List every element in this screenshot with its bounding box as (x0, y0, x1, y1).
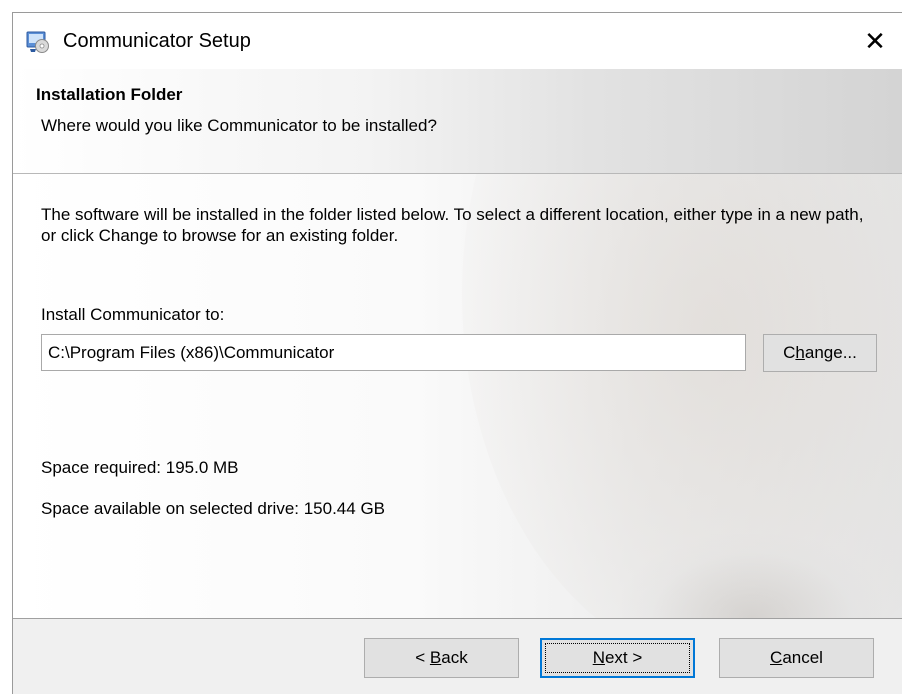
desktop-background-left (0, 0, 12, 694)
back-button[interactable]: < Back (364, 638, 519, 678)
next-button[interactable]: Next > (540, 638, 695, 678)
window-title: Communicator Setup (63, 30, 251, 52)
cancel-button-label: Cancel (770, 648, 823, 667)
install-path-label: Install Communicator to: (41, 305, 225, 324)
setup-dialog-window: Communicator Setup ✕ Installation Folder… (12, 12, 902, 694)
button-bar: < Back Next > Cancel (13, 618, 902, 694)
next-button-label: Next > (592, 648, 643, 667)
title-bar[interactable]: Communicator Setup ✕ (13, 13, 902, 69)
screen-frame: Communicator Setup ✕ Installation Folder… (0, 0, 902, 694)
close-icon: ✕ (864, 25, 886, 56)
space-available-text: Space available on selected drive: 150.4… (41, 499, 386, 518)
header-banner: Installation Folder Where would you like… (13, 69, 902, 174)
page-title: Installation Folder (36, 85, 183, 104)
background-photo-collar (622, 534, 882, 618)
page-subtitle: Where would you like Communicator to be … (41, 116, 437, 135)
install-path-input[interactable] (41, 334, 746, 371)
content-area: The software will be installed in the fo… (13, 174, 902, 618)
space-required-text: Space required: 195.0 MB (41, 458, 239, 477)
installer-setup-icon (26, 31, 49, 53)
back-button-label: < Back (415, 648, 468, 667)
description-text: The software will be installed in the fo… (41, 205, 864, 245)
change-button-label: Change... (783, 343, 857, 362)
change-button[interactable]: Change... (763, 334, 877, 372)
close-button[interactable]: ✕ (848, 13, 902, 69)
cancel-button[interactable]: Cancel (719, 638, 874, 678)
desktop-background-top (0, 0, 902, 12)
